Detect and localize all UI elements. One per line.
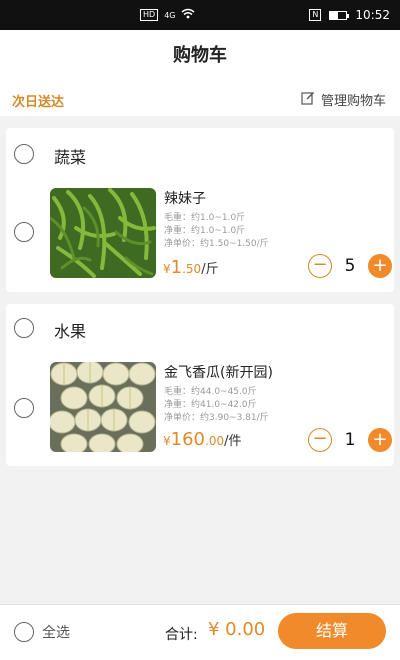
net-weight: 净重：约1.0~1.0斤	[164, 226, 246, 236]
net-unit-price: 净单价：约3.90~3.81/斤	[164, 413, 269, 423]
total-value: ¥ 0.00	[208, 619, 266, 640]
product-specs: 毛重：约44.0~45.0斤 净重：约41.0~42.0斤 净单价：约3.90~…	[164, 386, 269, 425]
item-checkbox[interactable]	[14, 398, 34, 418]
gross-weight: 毛重：约44.0~45.0斤	[164, 387, 257, 397]
cart-group-fruit: 水果 金飞香瓜(新开园) 毛重：约44.0~45.0斤 净重：约41.0~42.…	[6, 304, 394, 466]
price-unit: /件	[224, 434, 242, 449]
nfc-icon: N	[309, 9, 322, 21]
category-checkbox-vegetables[interactable]	[14, 144, 34, 164]
category-label: 水果	[54, 322, 87, 341]
quantity-stepper: − 1 +	[308, 428, 392, 452]
quantity-value: 1	[344, 430, 356, 450]
price-integer: 1	[170, 257, 183, 278]
gross-weight: 毛重：约1.0~1.0斤	[164, 213, 246, 223]
network-label: 4G	[164, 10, 176, 20]
product-image-melon[interactable]	[50, 362, 156, 452]
app-header: 购物车	[0, 30, 400, 82]
page-title: 购物车	[173, 45, 227, 66]
sub-toolbar: 次日送达 管理购物车	[0, 82, 400, 116]
increment-button[interactable]: +	[368, 428, 392, 452]
product-name[interactable]: 金飞香瓜(新开园)	[164, 362, 273, 382]
price-decimal: .50	[182, 262, 202, 276]
status-bar: HD 4G N 10:52	[0, 0, 400, 30]
item-checkbox[interactable]	[14, 222, 34, 242]
product-price: ¥160.00/件	[163, 429, 241, 450]
net-weight: 净重：约41.0~42.0斤	[164, 400, 257, 410]
decrement-button[interactable]: −	[308, 254, 332, 278]
quantity-stepper: − 5 +	[308, 254, 392, 278]
product-specs: 毛重：约1.0~1.0斤 净重：约1.0~1.0斤 净单价：约1.50~1.50…	[164, 212, 269, 251]
category-checkbox-fruit[interactable]	[14, 318, 34, 338]
price-decimal: .00	[205, 434, 225, 448]
cart-group-vegetables: 蔬菜 辣妹子 毛重：约1.0~1.0斤 净重：约1.0~1.0斤 净单价：约1.…	[6, 128, 394, 292]
currency-symbol: ¥	[163, 262, 171, 276]
delivery-label: 次日送达	[12, 95, 65, 110]
price-integer: 160	[170, 429, 205, 450]
price-unit: /斤	[201, 262, 219, 277]
select-all-label[interactable]: 全选	[42, 622, 70, 642]
total-label: 合计:	[165, 627, 198, 643]
quantity-value: 5	[344, 256, 356, 276]
product-image-chili[interactable]	[50, 188, 156, 278]
wifi-icon	[181, 8, 195, 22]
increment-button[interactable]: +	[368, 254, 392, 278]
product-name[interactable]: 辣妹子	[164, 188, 206, 208]
edit-icon	[301, 91, 315, 109]
hd-badge: HD	[140, 9, 159, 21]
currency-symbol: ¥	[163, 434, 171, 448]
battery-icon	[329, 10, 350, 20]
checkout-button[interactable]: 结算	[278, 613, 386, 649]
manage-cart-label: 管理购物车	[320, 94, 386, 109]
select-all-checkbox[interactable]	[14, 622, 34, 642]
category-label: 蔬菜	[54, 148, 87, 167]
decrement-button[interactable]: −	[308, 428, 332, 452]
manage-cart-button[interactable]: 管理购物车	[301, 90, 386, 109]
clock: 10:52	[355, 8, 390, 22]
net-unit-price: 净单价：约1.50~1.50/斤	[164, 239, 269, 249]
cart-footer: 全选 合计: ¥ 0.00 结算	[0, 604, 400, 660]
product-price: ¥1.50/斤	[163, 257, 219, 278]
